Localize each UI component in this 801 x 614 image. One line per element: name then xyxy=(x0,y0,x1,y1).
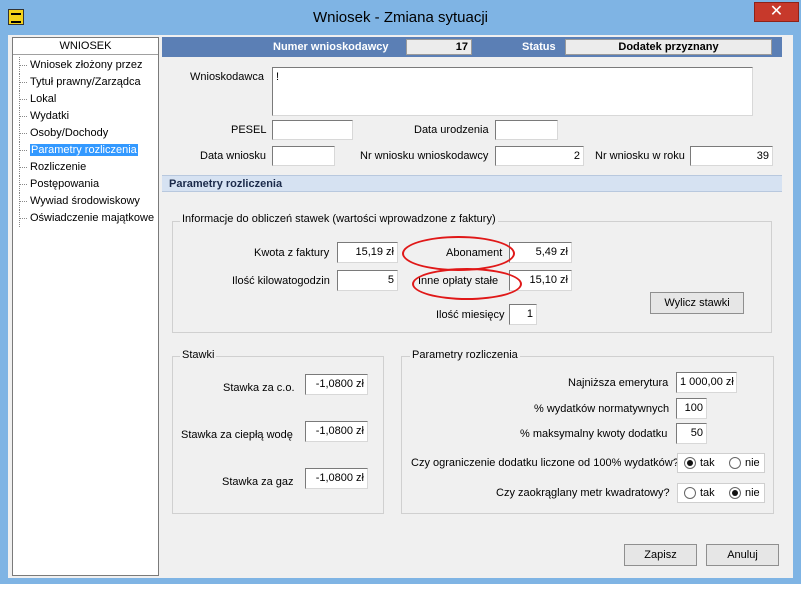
params-group-title: Parametry rozliczenia xyxy=(410,349,520,361)
rate-hot-water-label: Stawka za ciepłą wodę xyxy=(181,429,293,441)
app-no-applicant-label: Nr wniosku wnioskodawcy xyxy=(360,150,489,162)
sidebar-header: WNIOSEK xyxy=(13,38,158,55)
window-title: Wniosek - Zmiana sytuacji xyxy=(312,9,489,26)
sidebar-item-wniosek-zlozony[interactable]: Wniosek złożony przez xyxy=(13,57,158,74)
app-date-label: Data wniosku xyxy=(200,150,267,162)
annotation-circle-subscription xyxy=(402,236,515,271)
sidebar-item-postepowania[interactable]: Postępowania xyxy=(13,176,158,193)
sidebar-item-label: Wywiad środowiskowy xyxy=(30,195,140,207)
months-label: Ilość miesięcy xyxy=(436,309,505,321)
sidebar-item-label: Wniosek złożony przez xyxy=(30,59,143,71)
invoice-group-title: Informacje do obliczeń stawek (wartości … xyxy=(180,213,498,225)
rate-gas-field[interactable]: -1,0800 zł xyxy=(305,468,368,489)
app-no-year-field[interactable]: 39 xyxy=(690,146,773,166)
min-pension-field[interactable]: 1 000,00 zł xyxy=(676,372,737,393)
limit-no-radio[interactable] xyxy=(729,457,741,469)
sidebar-item-label: Osoby/Dochody xyxy=(30,127,109,139)
sidebar-item-label: Tytuł prawny/Zarządca xyxy=(30,76,141,88)
round-question-label: Czy zaokrąglany metr kwadratowy? xyxy=(496,487,670,499)
norm-expenses-field[interactable]: 100 xyxy=(676,398,707,419)
months-field[interactable]: 1 xyxy=(509,304,537,325)
subscription-field[interactable]: 5,49 zł xyxy=(509,242,572,263)
sidebar-item-label: Lokal xyxy=(30,93,57,105)
sidebar-item-label: Parametry rozliczenia xyxy=(30,144,138,156)
annotation-circle-other-fees xyxy=(412,268,522,300)
birth-date-field[interactable] xyxy=(495,120,558,140)
rate-hot-water-field[interactable]: -1,0800 zł xyxy=(305,421,368,442)
norm-expenses-label: % wydatków normatywnych xyxy=(534,403,670,415)
sidebar-item-wywiad[interactable]: Wywiad środowiskowy xyxy=(13,193,158,210)
rate-co-field[interactable]: -1,0800 zł xyxy=(305,374,368,395)
rate-gas-label: Stawka za gaz xyxy=(222,476,294,488)
min-pension-label: Najniższa emerytura xyxy=(568,377,669,389)
invoice-amount-label: Kwota z faktury xyxy=(254,247,330,259)
close-button[interactable]: ✕ xyxy=(754,2,799,22)
section-header: Parametry rozliczenia xyxy=(162,175,782,192)
applicant-number-label: Numer wnioskodawcy xyxy=(273,41,389,53)
limit-yes-label: tak xyxy=(700,457,715,469)
sidebar-item-oswiadczenie[interactable]: Oświadczenie majątkowe xyxy=(13,210,158,227)
title-bar[interactable]: Wniosek - Zmiana sytuacji ✕ xyxy=(0,0,801,35)
save-button[interactable]: Zapisz xyxy=(624,544,697,566)
applicant-field[interactable]: ! xyxy=(272,67,753,116)
section-title: Parametry rozliczenia xyxy=(169,178,283,190)
sidebar-item-rozliczenie[interactable]: Rozliczenie xyxy=(13,159,158,176)
header-bar: Numer wnioskodawcy 17 Status Dodatek prz… xyxy=(162,37,782,57)
limit-no-label: nie xyxy=(745,457,760,469)
max-allowance-field[interactable]: 50 xyxy=(676,423,707,444)
round-no-radio[interactable] xyxy=(729,487,741,499)
limit-yes-radio[interactable] xyxy=(684,457,696,469)
sidebar-item-parametry-rozliczenia[interactable]: Parametry rozliczenia xyxy=(13,142,158,159)
cancel-button[interactable]: Anuluj xyxy=(706,544,779,566)
rates-group-title: Stawki xyxy=(180,349,217,361)
app-no-year-label: Nr wniosku w roku xyxy=(595,150,685,162)
round-yes-label: tak xyxy=(700,487,715,499)
app-no-applicant-field[interactable]: 2 xyxy=(495,146,584,166)
sidebar-tree: WNIOSEK Wniosek złożony przez Tytuł praw… xyxy=(12,37,159,576)
limit-question-label: Czy ograniczenie dodatku liczone od 100%… xyxy=(411,457,679,469)
sidebar-item-lokal[interactable]: Lokal xyxy=(13,91,158,108)
max-allowance-label: % maksymalny kwoty dodatku xyxy=(520,428,668,440)
applicant-label: Wnioskodawca xyxy=(190,71,264,83)
invoice-amount-field[interactable]: 15,19 zł xyxy=(337,242,398,263)
sidebar-item-label: Rozliczenie xyxy=(30,161,87,173)
sidebar-item-label: Postępowania xyxy=(30,178,100,190)
sidebar-item-label: Oświadczenie majątkowe xyxy=(30,212,155,224)
status-value: Dodatek przyznany xyxy=(565,39,772,55)
kwh-field[interactable]: 5 xyxy=(337,270,398,291)
round-yes-radio[interactable] xyxy=(684,487,696,499)
applicant-number-value: 17 xyxy=(406,39,472,55)
status-label: Status xyxy=(522,41,556,53)
sidebar-item-osoby-dochody[interactable]: Osoby/Dochody xyxy=(13,125,158,142)
sidebar-item-wydatki[interactable]: Wydatki xyxy=(13,108,158,125)
pesel-label: PESEL xyxy=(231,124,267,136)
round-no-label: nie xyxy=(745,487,760,499)
sidebar-item-tytul-prawny[interactable]: Tytuł prawny/Zarządca xyxy=(13,74,158,91)
kwh-label: Ilość kilowatogodzin xyxy=(232,275,330,287)
rate-co-label: Stawka za c.o. xyxy=(223,382,295,394)
birth-date-label: Data urodzenia xyxy=(414,124,489,136)
pesel-field[interactable] xyxy=(272,120,353,140)
sidebar-item-label: Wydatki xyxy=(30,110,70,122)
app-date-field[interactable] xyxy=(272,146,335,166)
calculate-rates-button[interactable]: Wylicz stawki xyxy=(650,292,744,314)
